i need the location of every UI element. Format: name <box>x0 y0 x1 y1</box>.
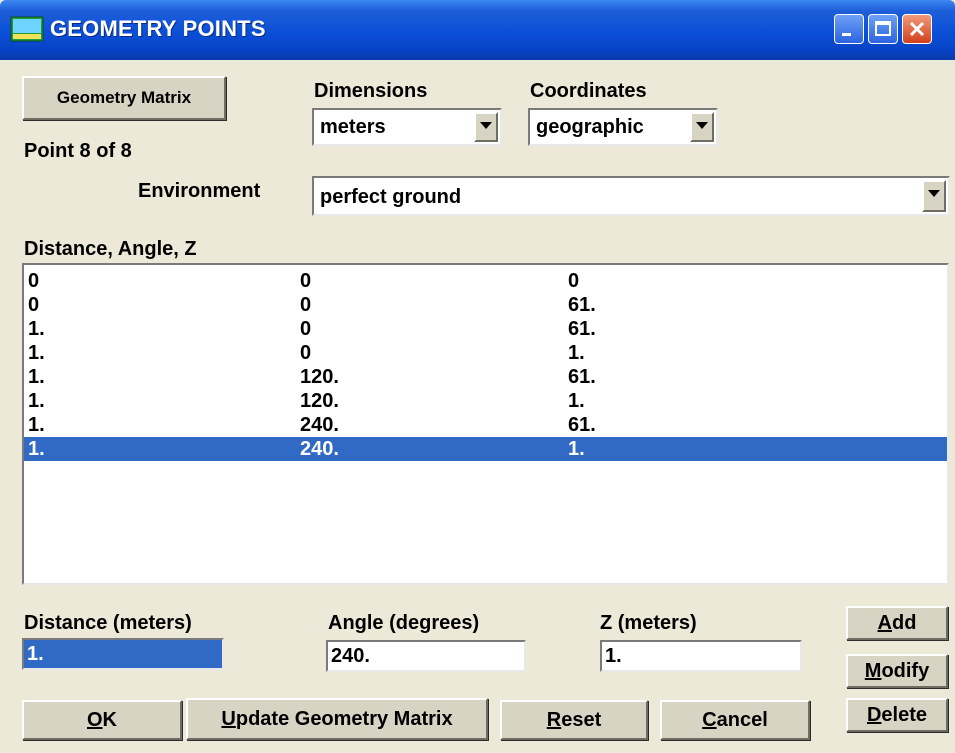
app-icon <box>10 16 44 42</box>
distance-cell: 1. <box>28 438 45 460</box>
ok-button[interactable]: OK <box>22 700 182 740</box>
title-bar[interactable]: GEOMETRY POINTS <box>0 0 955 60</box>
angle-cell: 240. <box>300 414 339 436</box>
delete-hotkey: D <box>866 703 882 726</box>
dimensions-select[interactable]: meters <box>312 108 502 146</box>
chevron-down-icon <box>928 190 940 197</box>
z-label: Z (meters) <box>600 612 697 634</box>
angle-input[interactable]: 240. <box>326 640 526 672</box>
distance-cell: 1. <box>28 390 45 412</box>
environment-label: Environment <box>138 180 261 202</box>
angle-cell: 240. <box>300 438 339 460</box>
update-hotkey: U <box>221 707 236 730</box>
coordinates-dropdown-button[interactable] <box>690 112 714 142</box>
coordinates-select[interactable]: geographic <box>528 108 718 146</box>
update-geometry-matrix-button[interactable]: Update Geometry Matrix <box>186 698 488 740</box>
ok-label: K <box>102 708 117 731</box>
z-input[interactable]: 1. <box>600 640 802 672</box>
angle-cell: 120. <box>300 390 339 412</box>
distance-cell: 0 <box>28 294 40 316</box>
list-header: Distance, Angle, Z <box>24 238 197 260</box>
points-list[interactable]: 000 0 0 61. 1. 0 61. 1. 0 1. 1. 120. 61. 1. 120. 1… <box>22 263 949 585</box>
z-cell: 0 <box>568 270 580 292</box>
ok-hotkey: O <box>86 708 103 731</box>
environment-value: perfect ground <box>320 186 462 208</box>
coordinates-value: geographic <box>536 116 644 138</box>
geometry-matrix-button[interactable]: Geometry Matrix <box>22 76 226 120</box>
modify-button[interactable]: Modify <box>846 654 948 688</box>
add-label: dd <box>892 611 917 634</box>
maximize-icon <box>875 21 891 36</box>
z-cell: 61. <box>568 294 596 316</box>
angle-label: Angle (degrees) <box>328 612 480 634</box>
environment-select[interactable]: perfect ground <box>312 176 950 216</box>
cancel-label: ancel <box>716 708 768 731</box>
list-item[interactable]: 1. 120. 1. <box>24 389 947 413</box>
minimize-button[interactable] <box>834 14 864 44</box>
dimensions-dropdown-button[interactable] <box>474 112 498 142</box>
delete-button[interactable]: Delete <box>846 698 948 732</box>
angle-cell: 0 <box>300 270 312 292</box>
angle-cell: 0 <box>300 342 312 364</box>
z-cell: 61. <box>568 414 596 436</box>
reset-button[interactable]: Reset <box>500 700 648 740</box>
angle-cell: 120. <box>300 366 339 388</box>
distance-cell: 0 <box>28 270 40 292</box>
chevron-down-icon <box>696 122 708 129</box>
close-icon <box>909 21 925 37</box>
distance-cell: 1. <box>28 342 45 364</box>
cancel-button[interactable]: Cancel <box>660 700 810 740</box>
z-cell: 61. <box>568 318 596 340</box>
distance-cell: 1. <box>28 414 45 436</box>
close-button[interactable] <box>902 14 932 44</box>
distance-label: Distance (meters) <box>24 612 192 634</box>
list-item[interactable]: 1. 240. 61. <box>24 413 947 437</box>
cancel-hotkey: C <box>702 708 717 731</box>
list-item-selected[interactable]: 1. 240. 1. <box>24 437 947 461</box>
distance-cell: 1. <box>28 318 45 340</box>
list-item[interactable]: 1. 120. 61. <box>24 365 947 389</box>
add-button[interactable]: Add <box>846 606 948 640</box>
chevron-down-icon <box>480 122 492 129</box>
modify-hotkey: M <box>864 659 882 682</box>
z-cell: 61. <box>568 366 596 388</box>
environment-dropdown-button[interactable] <box>922 180 946 212</box>
angle-cell: 0 <box>300 318 312 340</box>
list-item[interactable]: 0 0 0 <box>24 269 947 293</box>
maximize-button[interactable] <box>868 14 898 44</box>
angle-cell: 0 <box>300 294 312 316</box>
dimensions-label: Dimensions <box>314 80 428 102</box>
reset-label: eset <box>561 708 602 731</box>
distance-input[interactable]: 1. <box>22 638 224 670</box>
reset-hotkey: R <box>546 708 562 731</box>
list-item[interactable]: 1. 0 61. <box>24 317 947 341</box>
z-cell: 1. <box>568 342 585 364</box>
point-counter: Point 8 of 8 <box>24 140 132 162</box>
list-item[interactable]: 1. 0 1. <box>24 341 947 365</box>
list-item[interactable]: 0 0 61. <box>24 293 947 317</box>
z-cell: 1. <box>568 390 585 412</box>
z-cell: 1. <box>568 438 585 460</box>
add-hotkey: A <box>877 611 892 634</box>
distance-cell: 1. <box>28 366 45 388</box>
coordinates-label: Coordinates <box>530 80 647 102</box>
update-label: pdate Geometry Matrix <box>235 707 453 730</box>
delete-label: elete <box>881 703 928 726</box>
window-title: GEOMETRY POINTS <box>50 16 266 41</box>
dimensions-value: meters <box>320 116 386 138</box>
modify-label: odify <box>881 659 930 682</box>
minimize-icon <box>842 33 851 36</box>
